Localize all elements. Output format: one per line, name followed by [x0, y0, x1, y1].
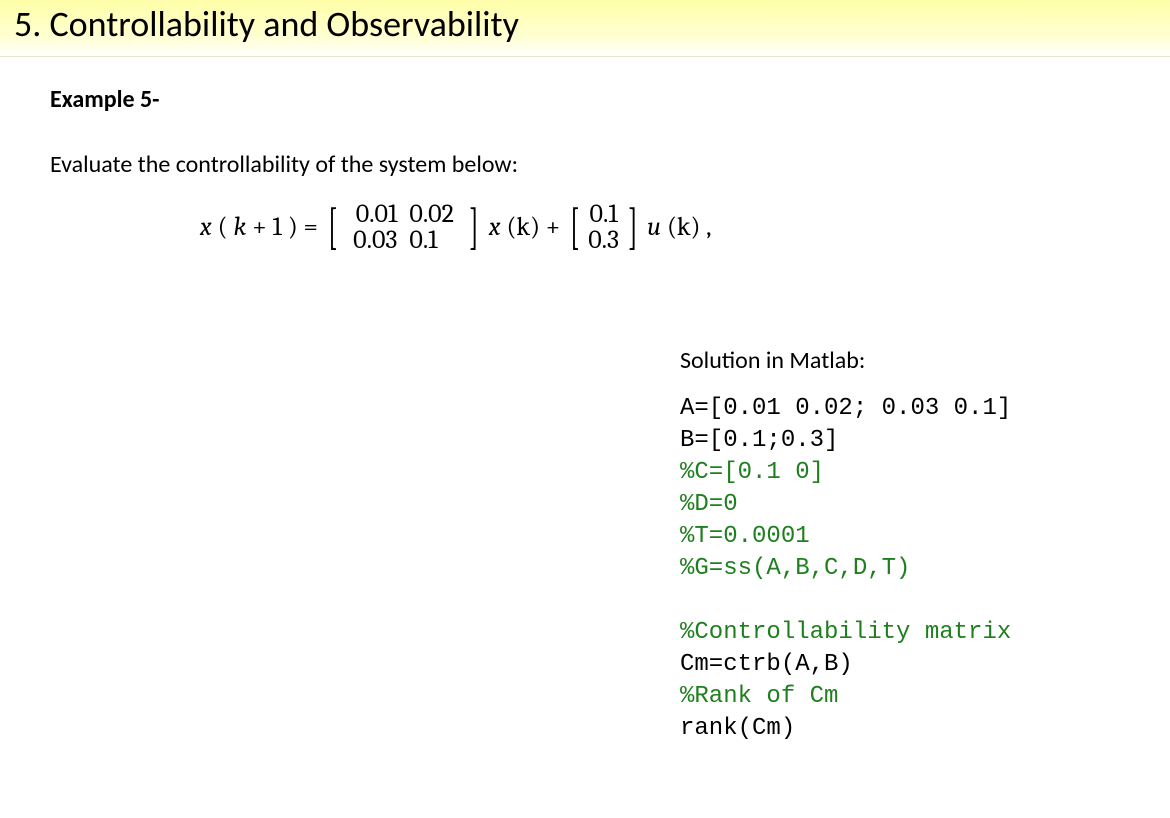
eq-rhs-u: u: [647, 212, 661, 242]
code-comment-line: %T=0.0001: [680, 521, 1011, 553]
section-title: 5. Controllability and Observability: [14, 2, 1156, 46]
content-area: Example 5- Evaluate the controllability …: [0, 57, 1170, 253]
eq-mid-arg: (k) +: [506, 212, 560, 242]
b2: 0.3: [584, 227, 624, 253]
code-blank-line: [680, 585, 1011, 617]
a11: 0.01: [341, 201, 409, 227]
example-label: Example 5-: [50, 85, 1120, 114]
eq-mid-x: x: [489, 212, 501, 242]
page: 5. Controllability and Observability Exa…: [0, 0, 1170, 818]
code-line: Cm=ctrb(A,B): [680, 649, 1011, 681]
eq-lhs-close-eq: ) =: [288, 212, 318, 242]
code-comment-line: %Controllability matrix: [680, 617, 1011, 649]
code-line: A=[0.01 0.02; 0.03 0.1]: [680, 393, 1011, 425]
a21: 0.03: [341, 227, 409, 253]
matlab-code: A=[0.01 0.02; 0.03 0.1]B=[0.1;0.3]%C=[0.…: [680, 393, 1011, 745]
matrix-b: [ 0.1 0.3 ]: [566, 201, 641, 253]
code-comment-line: %C=[0.1 0]: [680, 457, 1011, 489]
eq-rhs-arg: (k) ,: [667, 212, 712, 242]
solution-block: Solution in Matlab: A=[0.01 0.02; 0.03 0…: [680, 346, 1011, 745]
code-comment-line: %G=ss(A,B,C,D,T): [680, 553, 1011, 585]
a12: 0.02: [409, 201, 465, 227]
section-header: 5. Controllability and Observability: [0, 0, 1170, 57]
code-line: rank(Cm): [680, 713, 1011, 745]
b1: 0.1: [584, 201, 624, 227]
code-comment-line: %D=0: [680, 489, 1011, 521]
eq-lhs-paren-open: (: [218, 212, 228, 242]
eq-lhs-x: x: [200, 212, 212, 242]
example-prompt: Evaluate the controllability of the syst…: [50, 150, 1120, 179]
eq-lhs-plus1: + 1: [252, 212, 282, 242]
code-comment-line: %Rank of Cm: [680, 681, 1011, 713]
eq-lhs-k: k: [234, 212, 247, 242]
solution-title: Solution in Matlab:: [680, 346, 1011, 375]
a22: 0.1: [409, 227, 465, 253]
code-line: B=[0.1;0.3]: [680, 425, 1011, 457]
matrix-a: [ 0.01 0.02 0.03 0.1 ]: [324, 201, 483, 253]
state-equation: x ( k + 1 ) = [ 0.01 0.02 0.03 0.1 ]: [200, 201, 1120, 253]
